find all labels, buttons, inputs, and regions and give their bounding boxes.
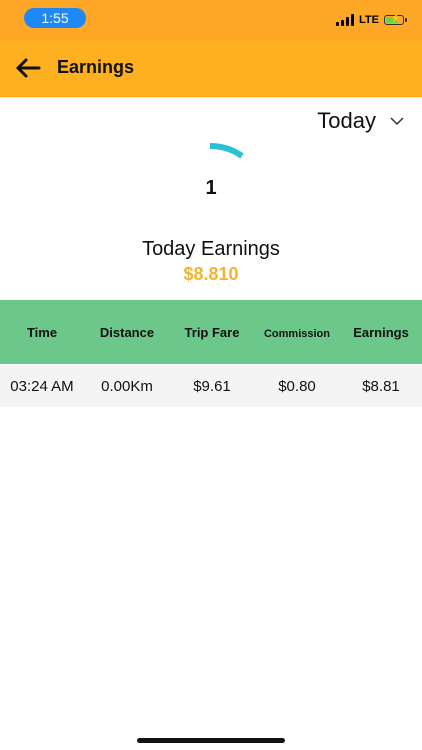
cell-time: 03:24 AM xyxy=(10,377,74,395)
app-bar: Earnings xyxy=(0,40,422,97)
status-bar: 1:55 LTE ⚡ xyxy=(0,0,422,40)
period-selected-label: Today xyxy=(317,108,376,133)
home-indicator[interactable] xyxy=(137,738,285,743)
table-header: Time Distance Trip Fare Commission Earni… xyxy=(0,300,422,364)
page-title: Earnings xyxy=(57,57,135,77)
column-header-trip-fare: Trip Fare xyxy=(184,324,240,340)
status-indicators: LTE ⚡ xyxy=(336,12,407,28)
earnings-label: Today Earnings xyxy=(142,238,280,260)
period-dropdown[interactable]: Today xyxy=(317,106,404,136)
back-button[interactable] xyxy=(15,56,41,80)
trip-count: 1 xyxy=(205,177,217,199)
column-header-time: Time xyxy=(26,324,58,340)
column-header-distance: Distance xyxy=(99,324,155,340)
status-time: 1:55 xyxy=(24,8,86,28)
loading-spinner-icon xyxy=(209,143,244,159)
table-row[interactable]: 03:24 AM 0.00Km $9.61 $0.80 $8.81 xyxy=(0,365,422,407)
network-type: LTE xyxy=(359,14,379,26)
cell-earnings: $8.81 xyxy=(362,377,400,395)
cell-distance: 0.00Km xyxy=(101,377,153,395)
cell-commission: $0.80 xyxy=(278,377,316,395)
signal-icon xyxy=(336,14,355,26)
chevron-down-icon xyxy=(390,117,404,126)
battery-charging-icon: ⚡ xyxy=(384,13,407,25)
arrow-left-icon xyxy=(16,58,41,78)
cell-trip-fare: $9.61 xyxy=(193,377,231,395)
column-header-earnings: Earnings xyxy=(353,324,409,340)
earnings-total: $8.810 xyxy=(183,264,239,284)
column-header-commission: Commission xyxy=(263,328,330,340)
